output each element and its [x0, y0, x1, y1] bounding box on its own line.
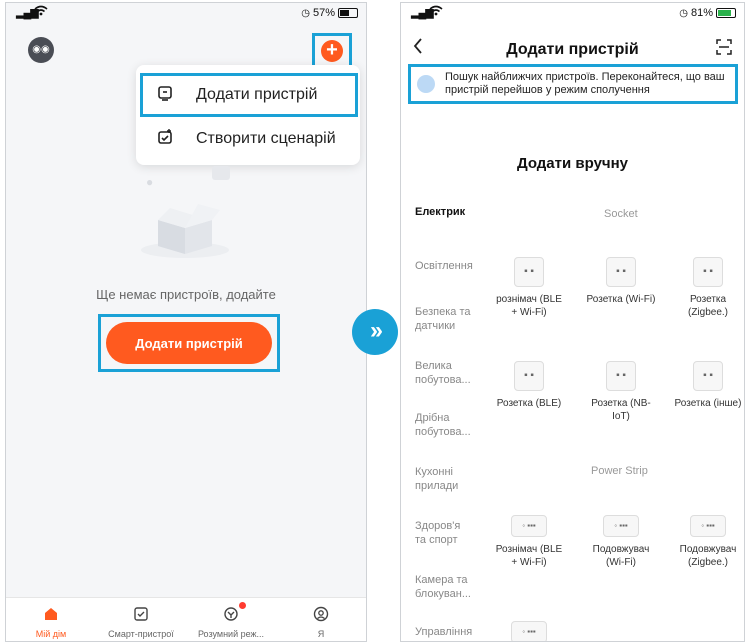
device-label: Розетка (Zigbee.) [687, 294, 728, 318]
battery-icon [338, 8, 358, 18]
device-label: Рознімач (BLE + Wi-Fi) [495, 544, 563, 568]
highlight-add-device [140, 73, 358, 117]
notification-dot [239, 602, 246, 609]
alarm-icon: ◷ [679, 7, 688, 19]
category-item[interactable]: Кухонні прилади [415, 465, 467, 493]
page-title: Додати пристрій [506, 41, 639, 58]
home-screen: ▂▄▆ ◷ 57% ◉◉ + Додати пристрій Створити … [5, 2, 367, 642]
device-label: Подовжувач (Zigbee.) [679, 544, 737, 568]
home-avatar-icon[interactable]: ◉◉ [28, 37, 54, 63]
power-strip-icon: ◦ ▪▪▪ [690, 515, 726, 537]
menu-item-label: Створити сценарій [196, 130, 336, 147]
category-item[interactable]: Електрик [415, 205, 465, 219]
scenario-icon [154, 128, 176, 150]
tab-me[interactable]: Я [276, 598, 366, 641]
device-item[interactable]: ▪ ▪ Розетка (NB-IoT) [586, 361, 656, 423]
device-item[interactable]: ◦ ▪▪▪ Подовжувач (Zigbee.) [673, 515, 743, 569]
socket-icon: ▪ ▪ [693, 361, 723, 391]
power-strip-icon: ◦ ▪▪▪ [511, 621, 547, 641]
menu-item-create-scenario[interactable]: Створити сценарій [136, 117, 360, 161]
header: Додати пристрій [401, 25, 744, 65]
socket-icon: ▪ ▪ [514, 257, 544, 287]
search-nearby-banner[interactable]: Пошук найближчих пристроїв. Переконайтес… [408, 64, 738, 104]
category-item[interactable]: Освітлення [415, 259, 473, 273]
tab-label: Я [317, 629, 325, 639]
alarm-icon: ◷ [301, 7, 310, 19]
category-item[interactable]: Дрібна побутова... [415, 411, 477, 439]
power-strip-icon: ◦ ▪▪▪ [511, 515, 547, 537]
socket-icon: ▪ ▪ [606, 361, 636, 391]
tab-smart-scenes[interactable]: Розумний реж... [186, 598, 276, 641]
bulb-ghost-icon: ● [146, 175, 154, 189]
tab-label: Розумний реж... [197, 629, 265, 639]
add-manually-title: Додати вручну [516, 155, 629, 172]
double-chevron-right-icon: ›› [352, 309, 398, 355]
device-label: Розетка (інше) [674, 398, 742, 409]
device-label: рознімач (BLE + Wi-Fi) [496, 294, 562, 318]
home-icon [43, 606, 59, 627]
wifi-icon [34, 5, 48, 19]
scene-icon [223, 606, 239, 627]
checkbox-icon [133, 606, 149, 627]
add-device-screen: ▂▄▆ ◷ 81% Додати пристрій Пошук найближч… [400, 2, 745, 642]
tab-my-home[interactable]: Мій дім [6, 598, 96, 641]
category-item[interactable]: Управління [415, 625, 472, 639]
plug-ghost-icon [212, 166, 230, 180]
device-item[interactable]: ▪ ▪ Розетка (BLE) [494, 361, 564, 410]
section-power-strip: Power Strip [591, 465, 648, 477]
empty-state-text: Ще немає пристроїв, додайте [96, 287, 276, 302]
status-bar: ▂▄▆ ◷ 81% [401, 3, 744, 23]
device-item[interactable]: ◦ ▪▪▪ Рознімач (BLE + Wi-Fi) [494, 515, 564, 569]
empty-box-illustration [140, 198, 230, 258]
tab-label: Мій дім [35, 629, 67, 639]
section-socket: Socket [604, 208, 638, 220]
battery-percent: 57% [312, 7, 335, 19]
device-label: Розетка (Wi-Fi) [586, 294, 656, 305]
category-item[interactable]: Здоров'я та спорт [415, 519, 473, 547]
category-item[interactable]: Велика побутова... [415, 359, 477, 387]
socket-icon: ▪ ▪ [693, 257, 723, 287]
plus-icon: + [321, 40, 343, 62]
device-label: Розетка (BLE) [496, 398, 562, 409]
highlight-add-button: Додати пристрій [98, 314, 280, 372]
status-bar: ▂▄▆ ◷ 57% [6, 3, 366, 23]
category-item[interactable]: Безпека та датчики [415, 305, 477, 333]
category-item[interactable]: Камера та блокуван... [415, 573, 477, 601]
device-item[interactable]: ◦ ▪▪▪ [494, 621, 564, 641]
wifi-icon [429, 5, 443, 19]
device-item[interactable]: ▪ ▪ Розетка (Wi-Fi) [586, 257, 656, 306]
socket-icon: ▪ ▪ [514, 361, 544, 391]
scan-icon[interactable] [716, 39, 732, 60]
profile-icon [313, 606, 329, 627]
bottom-tab-bar: Мій дім Смарт-пристрої Розумний реж... Я [6, 597, 366, 641]
radar-icon [417, 75, 435, 93]
socket-icon: ▪ ▪ [606, 257, 636, 287]
screenshot-canvas: ▂▄▆ ◷ 57% ◉◉ + Додати пристрій Створити … [0, 0, 749, 644]
device-item[interactable]: ▪ ▪ Розетка (Zigbee.) [673, 257, 743, 319]
add-plus-button[interactable]: + [312, 33, 352, 69]
device-item[interactable]: ▪ ▪ Розетка (інше) [673, 361, 743, 410]
battery-percent: 81% [690, 7, 713, 19]
search-banner-text: Пошук найближчих пристроїв. Переконайтес… [445, 71, 725, 96]
tab-label: Смарт-пристрої [108, 629, 174, 639]
device-item[interactable]: ◦ ▪▪▪ Подовжувач (Wi-Fi) [586, 515, 656, 569]
device-label: Подовжувач (Wi-Fi) [592, 544, 650, 568]
device-label: Розетка (NB-IoT) [591, 398, 651, 422]
tab-smart-devices[interactable]: Смарт-пристрої [96, 598, 186, 641]
power-strip-icon: ◦ ▪▪▪ [603, 515, 639, 537]
device-item[interactable]: ▪ ▪ рознімач (BLE + Wi-Fi) [494, 257, 564, 319]
battery-charging-icon [716, 8, 736, 18]
add-device-button[interactable]: Додати пристрій [106, 322, 272, 364]
